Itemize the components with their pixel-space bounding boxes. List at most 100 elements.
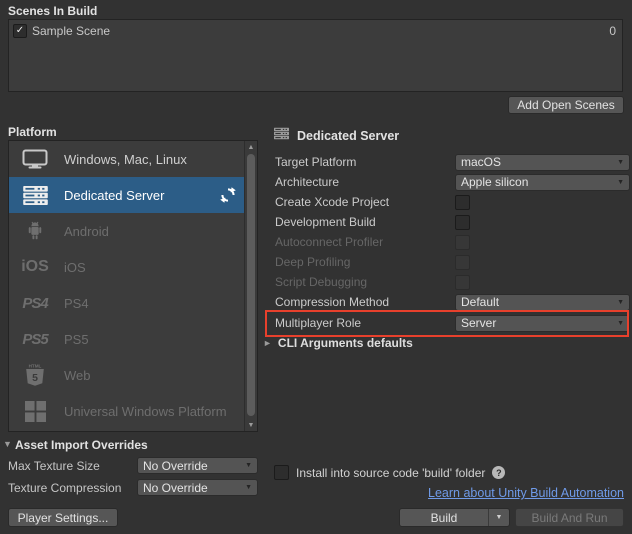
build-dropdown-arrow-icon[interactable]: ▼	[489, 514, 509, 521]
scene-checkbox[interactable]: ✓	[13, 24, 27, 38]
platform-item-ps5[interactable]: PS5 PS5	[9, 321, 245, 357]
deep-profiling-checkbox	[455, 255, 470, 270]
platform-item-android[interactable]: Android	[9, 213, 245, 249]
platform-item-label: Windows, Mac, Linux	[64, 152, 187, 167]
scenes-list: ✓ Sample Scene 0	[8, 19, 623, 92]
chevron-down-icon: ▼	[617, 299, 624, 306]
platform-list: Windows, Mac, Linux Dedicated	[8, 140, 258, 432]
platform-list-scrollbar[interactable]: ▲ ▼	[244, 141, 257, 431]
autoconnect-profiler-checkbox	[455, 235, 470, 250]
compression-method-dropdown[interactable]: Default ▼	[455, 294, 630, 311]
platform-item-universal-windows-platform[interactable]: Universal Windows Platform	[9, 393, 245, 429]
build-button[interactable]: Build	[400, 511, 488, 525]
setting-row-deep-profiling: Deep Profiling	[275, 253, 631, 271]
install-source-build-checkbox[interactable]	[274, 465, 289, 480]
scene-build-index: 0	[609, 24, 616, 38]
target-platform-dropdown[interactable]: macOS ▼	[455, 154, 630, 171]
chevron-down-icon: ▼	[245, 484, 252, 491]
build-split-button[interactable]: Build ▼	[399, 508, 510, 527]
dropdown-value: No Override	[143, 459, 208, 473]
setting-label: Autoconnect Profiler	[275, 235, 455, 249]
platform-item-web[interactable]: HTML 5 Web	[9, 357, 245, 393]
platform-item-label: PS5	[64, 332, 89, 347]
ios-logo-icon: iOS	[19, 258, 51, 276]
windows-icon	[19, 401, 51, 422]
scrollbar-down-icon[interactable]: ▼	[245, 419, 257, 431]
max-texture-size-dropdown[interactable]: No Override ▼	[137, 457, 258, 474]
setting-row-autoconnect-profiler: Autoconnect Profiler	[275, 233, 631, 251]
player-settings-button[interactable]: Player Settings...	[8, 508, 118, 527]
install-source-build-label: Install into source code 'build' folder	[296, 466, 485, 480]
active-build-target-icon	[220, 187, 236, 203]
scene-label: Sample Scene	[32, 24, 110, 38]
build-and-run-button: Build And Run	[515, 508, 624, 527]
platform-item-label: Dedicated Server	[64, 188, 164, 203]
scrollbar-up-icon[interactable]: ▲	[245, 141, 257, 153]
scenes-in-build-header: Scenes In Build	[8, 4, 97, 18]
ps4-logo-icon: PS4	[19, 295, 51, 312]
platform-item-label: Web	[64, 368, 91, 383]
setting-label: Architecture	[275, 175, 455, 189]
platform-item-label: Universal Windows Platform	[64, 404, 227, 419]
script-debugging-checkbox	[455, 275, 470, 290]
dropdown-value: No Override	[143, 481, 208, 495]
setting-label: Compression Method	[275, 295, 455, 309]
check-icon: ✓	[16, 26, 24, 36]
android-icon	[19, 220, 51, 242]
setting-label: Create Xcode Project	[275, 195, 455, 209]
build-automation-link[interactable]: Learn about Unity Build Automation	[428, 486, 624, 500]
platform-item-windows-mac-linux[interactable]: Windows, Mac, Linux	[9, 141, 245, 177]
selected-platform-header: Dedicated Server	[274, 127, 399, 145]
platform-header: Platform	[8, 125, 57, 139]
install-source-build-row: Install into source code 'build' folder …	[274, 465, 505, 480]
cli-arguments-label: CLI Arguments defaults	[278, 336, 413, 350]
selected-platform-title: Dedicated Server	[297, 129, 399, 143]
texture-compression-dropdown[interactable]: No Override ▼	[137, 479, 258, 496]
platform-item-label: Android	[64, 224, 109, 239]
max-texture-size-label: Max Texture Size	[8, 459, 100, 473]
dropdown-value: Server	[461, 316, 496, 330]
platform-item-label: iOS	[64, 260, 86, 275]
build-settings-window: Scenes In Build ✓ Sample Scene 0 Add Ope…	[0, 0, 632, 534]
svg-text:HTML: HTML	[29, 364, 42, 369]
dropdown-value: Default	[461, 295, 499, 309]
development-build-checkbox[interactable]	[455, 215, 470, 230]
scene-row[interactable]: ✓ Sample Scene 0	[9, 20, 622, 39]
ps5-logo-icon: PS5	[19, 331, 51, 348]
platform-item-label: PS4	[64, 296, 89, 311]
add-open-scenes-button[interactable]: Add Open Scenes	[508, 96, 624, 114]
dropdown-value: macOS	[461, 155, 501, 169]
platform-item-dedicated-server[interactable]: Dedicated Server	[9, 177, 245, 213]
chevron-down-icon: ▼	[617, 159, 624, 166]
platform-item-ps4[interactable]: PS4 PS4	[9, 285, 245, 321]
setting-row-architecture: Architecture Apple silicon ▼	[275, 173, 631, 191]
setting-row-create-xcode-project: Create Xcode Project	[275, 193, 631, 211]
platform-item-ios[interactable]: iOS iOS	[9, 249, 245, 285]
chevron-down-icon: ▼	[617, 179, 624, 186]
setting-label: Deep Profiling	[275, 255, 455, 269]
chevron-down-icon: ▼	[245, 462, 252, 469]
setting-label: Development Build	[275, 215, 455, 229]
setting-row-script-debugging: Script Debugging	[275, 273, 631, 291]
scrollbar-thumb[interactable]	[247, 154, 255, 416]
svg-text:5: 5	[32, 372, 38, 384]
setting-row-development-build: Development Build	[275, 213, 631, 231]
foldout-open-icon[interactable]: ▼	[3, 440, 12, 449]
dropdown-value: Apple silicon	[461, 175, 528, 189]
multiplayer-role-dropdown[interactable]: Server ▼	[455, 315, 630, 332]
asset-import-overrides-header: Asset Import Overrides	[15, 438, 148, 452]
help-icon[interactable]: ?	[492, 466, 505, 479]
setting-label: Multiplayer Role	[275, 316, 455, 330]
chevron-down-icon: ▼	[617, 320, 624, 327]
architecture-dropdown[interactable]: Apple silicon ▼	[455, 174, 630, 191]
texture-compression-label: Texture Compression	[8, 481, 121, 495]
setting-label: Target Platform	[275, 155, 455, 169]
create-xcode-project-checkbox[interactable]	[455, 195, 470, 210]
cli-arguments-foldout[interactable]: ► CLI Arguments defaults	[263, 336, 413, 350]
setting-label: Script Debugging	[275, 275, 455, 289]
server-icon	[274, 127, 289, 145]
foldout-collapsed-icon: ►	[263, 339, 272, 348]
html5-icon: HTML 5	[19, 363, 51, 387]
server-icon	[19, 186, 51, 205]
setting-row-target-platform: Target Platform macOS ▼	[275, 153, 631, 171]
